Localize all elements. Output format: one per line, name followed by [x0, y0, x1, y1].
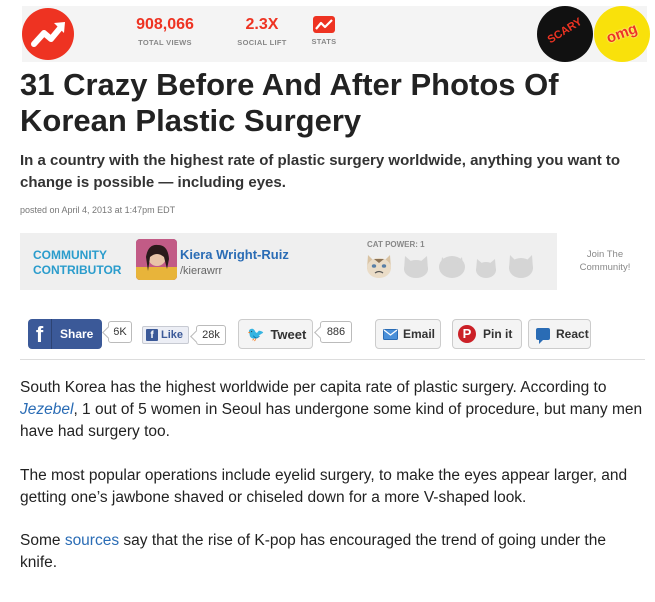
community-contributor-label[interactable]: COMMUNITY CONTRIBUTOR	[33, 248, 121, 278]
social-lift-stat: 2.3X SOCIAL LIFT	[227, 16, 297, 47]
join-community-link[interactable]: Join The Community!	[572, 248, 638, 274]
posted-date: posted on April 4, 2013 at 1:47pm EDT	[20, 205, 176, 215]
facebook-share-count: 6K	[108, 321, 132, 343]
pinterest-icon: P	[458, 325, 476, 343]
facebook-icon: f	[146, 329, 158, 341]
facebook-like-count: 28k	[196, 325, 226, 345]
scary-badge-label: SCARY	[545, 15, 585, 47]
envelope-icon	[383, 328, 398, 340]
stats-link[interactable]: STATS	[304, 16, 344, 46]
total-views-label: TOTAL VIEWS	[138, 38, 192, 47]
pin-it-button[interactable]: P Pin it	[452, 319, 522, 349]
stats-label: STATS	[311, 37, 337, 46]
jezebel-link[interactable]: Jezebel	[20, 401, 73, 418]
body-text: , 1 out of 5 women in Seoul has undergon…	[20, 401, 643, 440]
trending-arrow-logo-icon[interactable]	[22, 8, 74, 60]
total-views-stat: 908,066 TOTAL VIEWS	[120, 16, 210, 47]
body-paragraph: The most popular operations include eyel…	[20, 467, 628, 506]
body-paragraph: Some sources say that the rise of K-pop …	[20, 530, 645, 574]
author-handle: /kierawrr	[180, 265, 223, 277]
total-views-value: 908,066	[136, 16, 194, 33]
tweet-button[interactable]: 🐦 Tweet	[238, 319, 313, 349]
stats-chart-icon	[313, 16, 335, 33]
email-label: Email	[403, 327, 436, 341]
pin-it-label: Pin it	[483, 327, 513, 341]
facebook-share-label: Share	[60, 327, 94, 341]
join-line1: Join The	[586, 249, 624, 260]
omg-badge[interactable]: omg	[594, 6, 650, 62]
author-name-link[interactable]: Kiera Wright-Ruiz	[180, 247, 289, 262]
article-title: 31 Crazy Before And After Photos Of Kore…	[20, 67, 559, 138]
avatar[interactable]	[136, 239, 177, 280]
body-paragraph: South Korea has the highest worldwide pe…	[20, 377, 645, 443]
react-button[interactable]: React	[528, 319, 591, 349]
email-button[interactable]: Email	[375, 319, 441, 349]
tweet-label: Tweet	[270, 326, 307, 342]
cat-silhouette-icon	[509, 255, 533, 278]
body-text: Some	[20, 532, 65, 549]
article-description: In a country with the highest rate of pl…	[20, 152, 621, 191]
contributor-box: COMMUNITY CONTRIBUTOR Kiera Wright-Ruiz …	[20, 233, 557, 290]
share-bar: f Share 6K f Like 28k 🐦 Tweet 886 Email …	[20, 310, 645, 360]
speech-bubble-icon	[536, 328, 550, 344]
sources-link[interactable]: sources	[65, 532, 119, 549]
facebook-like-button[interactable]: f Like	[142, 326, 189, 344]
scary-badge[interactable]: SCARY	[537, 6, 593, 62]
social-lift-label: SOCIAL LIFT	[237, 38, 287, 47]
tweet-count: 886	[320, 321, 352, 343]
twitter-bird-icon: 🐦	[247, 325, 265, 342]
contributor-label-line2: CONTRIBUTOR	[33, 263, 122, 277]
facebook-share-button[interactable]: f Share	[28, 319, 102, 349]
social-lift-value: 2.3X	[245, 16, 279, 33]
join-line2: Community!	[579, 262, 631, 273]
cat-power-label: CAT POWER: 1	[367, 240, 425, 249]
cat-silhouette-icon	[439, 256, 465, 278]
contributor-label-line1: COMMUNITY	[33, 248, 107, 262]
facebook-icon: f	[28, 319, 52, 349]
body-text: South Korea has the highest worldwide pe…	[20, 379, 607, 396]
stats-bar: 908,066 TOTAL VIEWS 2.3X SOCIAL LIFT STA…	[22, 6, 650, 62]
react-label: React	[556, 327, 589, 341]
cat-silhouette-icon	[404, 256, 428, 278]
grumpy-cat-icon	[367, 255, 391, 278]
omg-badge-label: omg	[604, 20, 640, 47]
cat-silhouette-icon	[476, 259, 496, 278]
facebook-like-label: Like	[161, 329, 184, 341]
